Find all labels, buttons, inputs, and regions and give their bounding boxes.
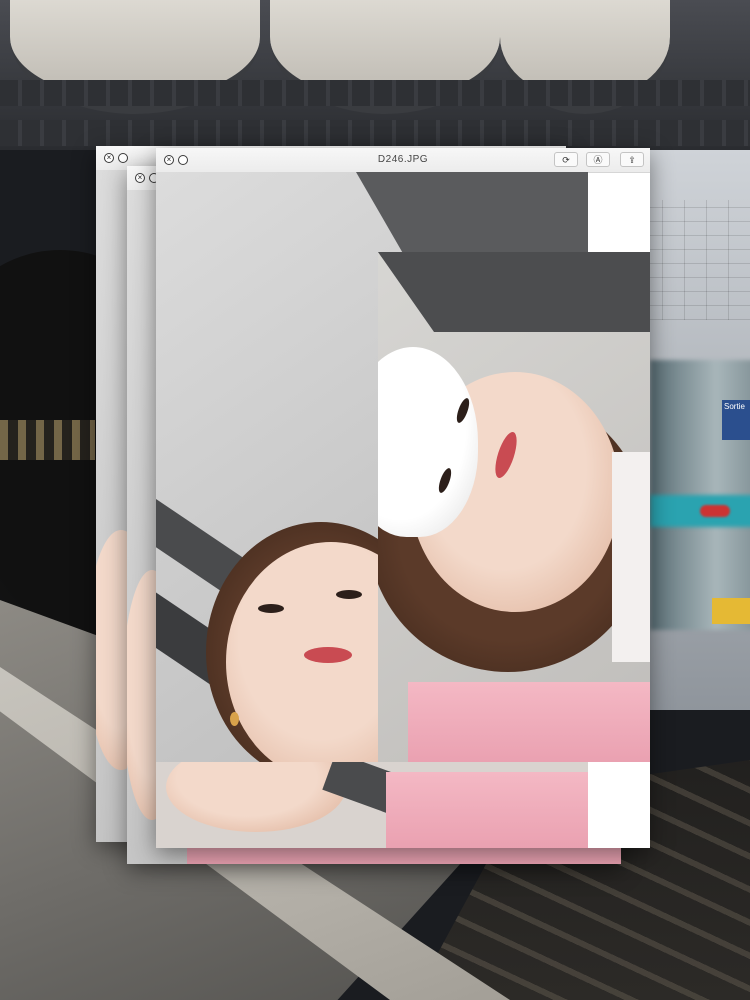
minimize-button[interactable]: [118, 153, 128, 163]
window-titlebar[interactable]: × D246.JPG ⟳ Ⓐ ⇪: [156, 148, 650, 173]
station-sign: Sortie: [722, 400, 750, 440]
photo-slice-right: [378, 252, 650, 762]
close-button[interactable]: ×: [104, 153, 114, 163]
shirt-fragment: [386, 772, 588, 848]
shirt: [408, 682, 650, 762]
train-light: [700, 505, 730, 517]
rotate-button[interactable]: ⟳: [554, 152, 578, 167]
ceiling-girder: [0, 120, 750, 146]
wall-tiles: [640, 200, 750, 320]
eye: [258, 604, 284, 613]
rotate-icon: ⟳: [562, 155, 570, 165]
close-icon: ×: [106, 153, 112, 162]
share-icon: ⇪: [628, 155, 636, 165]
cap: [378, 347, 478, 537]
earring: [230, 712, 239, 726]
tunnel-train-windows: [0, 420, 95, 460]
markup-button[interactable]: Ⓐ: [586, 152, 610, 167]
close-button[interactable]: ×: [135, 173, 145, 183]
chin-fragment: [166, 762, 346, 832]
ceiling-beam: [378, 252, 650, 332]
warning-sign: [712, 598, 750, 624]
ceiling-girder: [0, 80, 750, 106]
eye: [336, 590, 362, 599]
shirt-white: [612, 452, 650, 662]
close-icon: ×: [137, 173, 143, 182]
share-button[interactable]: ⇪: [620, 152, 644, 167]
lips: [304, 647, 352, 663]
photo-slice-bottom: [156, 762, 588, 848]
image-viewer-window[interactable]: × D246.JPG ⟳ Ⓐ ⇪: [156, 148, 650, 848]
pen-icon: Ⓐ: [593, 155, 603, 165]
